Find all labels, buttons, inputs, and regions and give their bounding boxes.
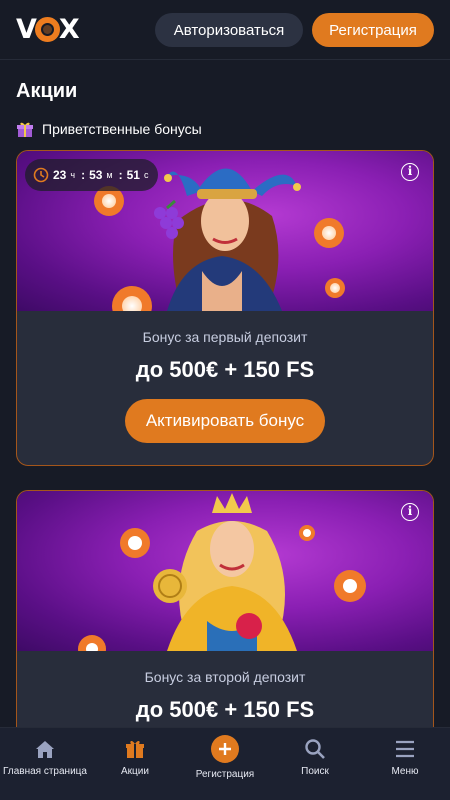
timer-seconds: 51	[126, 168, 140, 182]
countdown-timer: 23 ч : 53 м : 51 с	[25, 159, 159, 191]
nav-item-home[interactable]: Главная страница	[0, 728, 90, 800]
nav-label: Регистрация	[195, 769, 255, 780]
menu-icon	[396, 740, 414, 758]
bonus-label: Бонус за первый депозит	[142, 329, 308, 345]
gift-icon	[126, 740, 144, 758]
timer-sep: :	[118, 168, 123, 182]
nav-item-promotions[interactable]: Акции	[90, 728, 180, 800]
nav-item-menu[interactable]: Меню	[360, 728, 450, 800]
bottom-navigation: Главная страница Акции Регистрация Поиск…	[0, 727, 450, 800]
bonus-banner-image: 23 ч : 53 м : 51 с i	[17, 151, 433, 311]
timer-seconds-unit: с	[143, 170, 149, 180]
vox-logo[interactable]: VX	[16, 14, 80, 45]
search-icon	[305, 739, 325, 759]
top-header: VX Авторизоваться Регистрация	[0, 0, 450, 60]
gift-icon	[16, 120, 34, 138]
nav-label: Меню	[391, 766, 419, 777]
timer-minutes-unit: м	[106, 170, 113, 180]
nav-label: Акции	[121, 766, 149, 777]
timer-sep: :	[81, 168, 86, 182]
activate-bonus-button[interactable]: Активировать бонус	[125, 399, 325, 443]
nav-label: Главная страница	[3, 766, 87, 777]
timer-hours-unit: ч	[70, 170, 76, 180]
section-title-label: Приветственные бонусы	[42, 121, 202, 137]
card-body: Бонус за второй депозит до 500€ + 150 FS	[17, 669, 433, 723]
bonus-banner-image: i	[17, 491, 433, 651]
clock-icon	[33, 167, 49, 183]
timer-minutes: 53	[89, 168, 103, 182]
timer-hours: 23	[53, 168, 67, 182]
register-button[interactable]: Регистрация	[312, 13, 434, 47]
nav-label: Поиск	[301, 766, 329, 777]
nav-item-register[interactable]: Регистрация	[180, 728, 270, 800]
queen-illustration	[78, 493, 366, 651]
page-title: Акции	[16, 80, 78, 102]
info-icon[interactable]: i	[401, 163, 419, 181]
plus-icon	[211, 735, 239, 763]
info-icon[interactable]: i	[401, 503, 419, 521]
section-title: Приветственные бонусы	[16, 120, 202, 138]
bonus-label: Бонус за второй депозит	[144, 669, 306, 685]
card-body: Бонус за первый депозит до 500€ + 150 FS…	[17, 329, 433, 443]
bonus-amount: до 500€ + 150 FS	[135, 697, 315, 722]
home-icon	[36, 741, 54, 758]
bonus-card-first-deposit: 23 ч : 53 м : 51 с i Бонус за первый деп…	[16, 150, 434, 466]
bonus-amount: до 500€ + 150 FS	[135, 357, 315, 382]
login-button[interactable]: Авторизоваться	[155, 13, 303, 47]
nav-item-search[interactable]: Поиск	[270, 728, 360, 800]
